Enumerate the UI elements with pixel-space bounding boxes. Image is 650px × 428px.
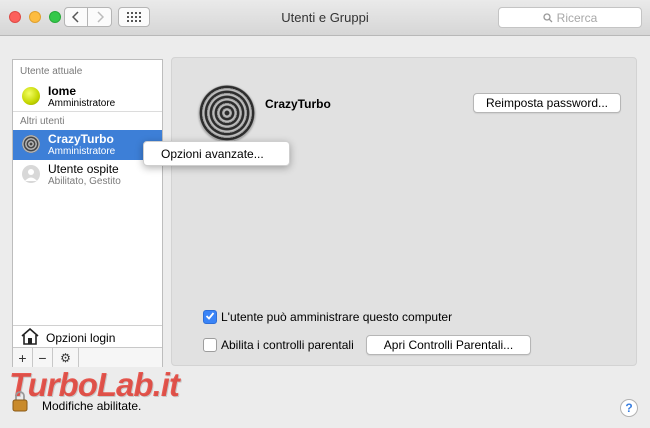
reset-password-button[interactable]: Reimposta password... — [473, 93, 621, 113]
user-name: Iome — [48, 84, 77, 98]
status-text: Modifiche abilitate. — [42, 399, 142, 413]
sidebar-item-current-user[interactable]: Iome Amministratore — [13, 82, 162, 112]
search-field[interactable]: Ricerca — [498, 7, 642, 28]
user-picture[interactable] — [199, 85, 255, 141]
login-options-label: Opzioni login — [46, 331, 116, 345]
help-button[interactable]: ? — [620, 399, 638, 417]
sidebar-toolbar: + − ⚙ — [13, 347, 162, 367]
add-user-button[interactable]: + — [13, 348, 33, 367]
open-parental-controls-button[interactable]: Apri Controlli Parentali... — [366, 335, 531, 355]
other-users-header: Altri utenti — [20, 116, 65, 127]
user-role: Abilitato, Gestito — [48, 176, 121, 187]
gear-icon[interactable]: ⚙ — [53, 348, 79, 367]
house-icon — [21, 328, 39, 345]
user-detail-pane: CrazyTurbo Reimposta password... L'utent… — [171, 57, 637, 366]
admin-checkbox[interactable] — [203, 310, 217, 324]
guest-avatar-icon — [22, 165, 40, 183]
current-user-header: Utente attuale — [20, 66, 83, 77]
checkmark-icon — [205, 312, 215, 320]
parental-controls-checkbox[interactable] — [203, 338, 217, 352]
search-placeholder: Ricerca — [556, 10, 598, 25]
users-sidebar: Utente attuale Iome Amministratore Altri… — [12, 59, 163, 367]
user-name: CrazyTurbo — [48, 132, 114, 146]
title-bar: Utenti e Gruppi Ricerca — [0, 0, 650, 36]
user-avatar — [22, 135, 40, 153]
context-menu-advanced-options[interactable]: Opzioni avanzate... — [143, 141, 290, 166]
tennis-ball-avatar — [22, 87, 40, 105]
lock-icon[interactable] — [12, 390, 28, 412]
search-icon — [543, 12, 553, 22]
login-options-item[interactable]: Opzioni login — [13, 325, 162, 348]
user-role: Amministratore — [48, 98, 116, 109]
admin-checkbox-label: L'utente può amministrare questo compute… — [221, 310, 453, 324]
sidebar-item-guest-user[interactable]: Utente ospite Abilitato, Gestito — [13, 160, 162, 190]
divider — [13, 111, 162, 112]
user-role: Amministratore — [48, 146, 116, 157]
sidebar-item-crazyturbo[interactable]: CrazyTurbo Amministratore — [13, 130, 162, 160]
user-name: Utente ospite — [48, 162, 119, 176]
user-name-heading: CrazyTurbo — [265, 97, 331, 111]
parental-controls-label: Abilita i controlli parentali — [221, 338, 354, 352]
remove-user-button[interactable]: − — [33, 348, 53, 367]
